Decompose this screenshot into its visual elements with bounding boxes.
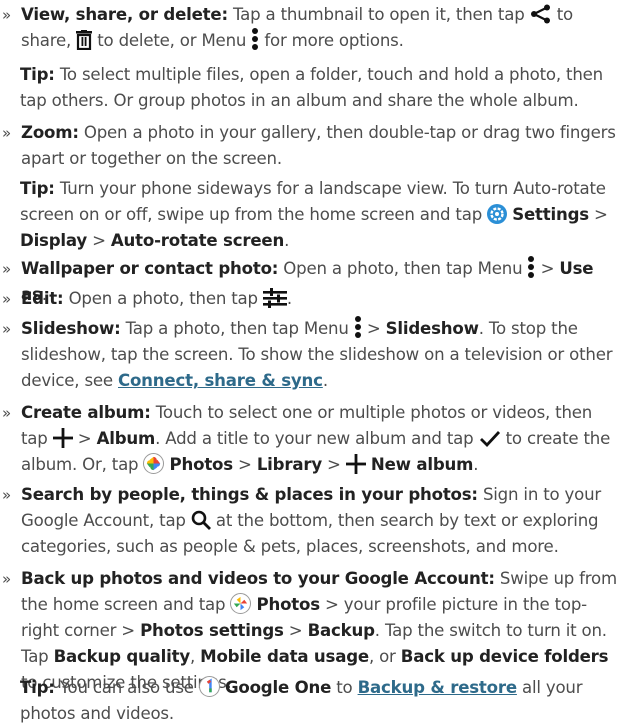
plus-icon [345, 454, 366, 474]
item-slideshow: » Slideshow: Tap a photo, then tap Menu … [0, 316, 620, 394]
tip-select-multiple: Tip: To select multiple files, open a fo… [20, 65, 603, 110]
help-page: » View, share, or delete: Tap a thumbnai… [0, 0, 620, 726]
item-title: Back up photos and videos to your Google… [21, 569, 495, 588]
photos-app-icon [230, 593, 252, 614]
menu-icon [354, 316, 361, 338]
edit-adjust-icon [262, 288, 287, 308]
bullet-mark: » [2, 290, 11, 308]
bullet-mark: » [2, 486, 11, 504]
bullet-mark: » [2, 404, 11, 422]
google-one-icon [198, 676, 220, 697]
tip-auto-rotate: Tip: Turn your phone sideways for a land… [20, 179, 608, 250]
item-title: Slideshow: [21, 319, 121, 338]
photos-app-icon [143, 453, 165, 474]
item-create-album: » Create album: Touch to select one or m… [0, 400, 620, 478]
trash-icon [76, 30, 93, 50]
tip-label: Tip: [20, 179, 55, 198]
menu-icon [528, 256, 535, 278]
item-title: Zoom: [21, 123, 79, 142]
item-title: View, share, or delete: [21, 5, 228, 24]
connect-share-sync-link[interactable]: Connect, share & sync [118, 371, 323, 390]
bullet-mark: » [2, 320, 11, 338]
bullet-mark: » [2, 570, 11, 588]
menu-icon [252, 28, 259, 50]
item-view-share-delete: » View, share, or delete: Tap a thumbnai… [0, 2, 620, 54]
settings-app-icon [487, 204, 508, 224]
search-icon [191, 510, 211, 530]
checkmark-icon [479, 431, 500, 448]
item-search: » Search by people, things & places in y… [0, 482, 620, 560]
item-title: Search by people, things & places in you… [21, 485, 478, 504]
plus-icon [52, 428, 73, 448]
item-edit: » Edit: Open a photo, then tap . [0, 286, 620, 312]
item-zoom: » Zoom: Open a photo in your gallery, th… [0, 120, 620, 172]
backup-restore-link[interactable]: Backup & restore [358, 678, 518, 697]
bullet-mark: » [2, 260, 11, 278]
item-title: Edit: [21, 289, 64, 308]
item-title: Create album: [21, 403, 151, 422]
bullet-mark: » [2, 124, 11, 142]
share-icon [530, 4, 550, 24]
tip-label: Tip: [20, 65, 55, 84]
bullet-mark: » [2, 6, 11, 24]
tip-google-one: Tip: You can also use Google One to Back… [20, 676, 583, 723]
item-title: Wallpaper or contact photo: [21, 259, 279, 278]
tip-label: Tip: [20, 678, 55, 697]
